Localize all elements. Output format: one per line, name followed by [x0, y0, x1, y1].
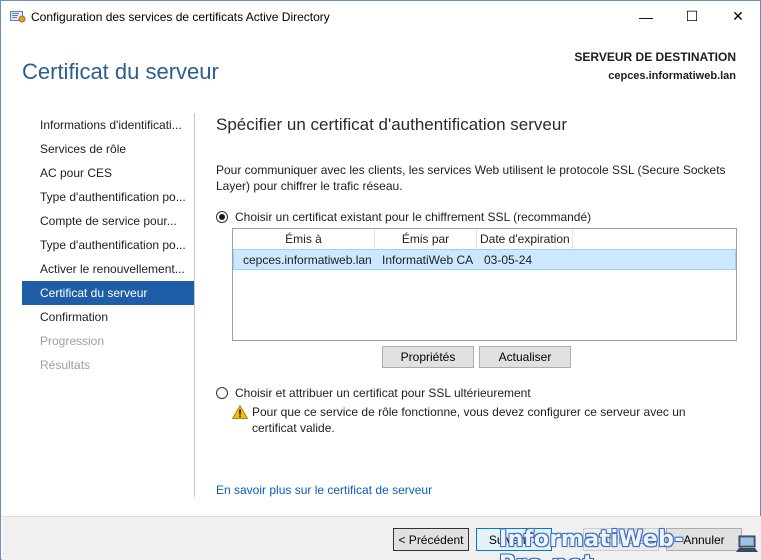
cell-issued-to: cepces.informatiweb.lan [243, 252, 372, 267]
radio-assign-later[interactable] [216, 387, 228, 399]
column-issued-to[interactable]: Émis à [233, 229, 375, 249]
nav-item-authentication-type-1[interactable]: Type d'authentification po... [22, 185, 194, 209]
cell-issued-by: InformatiWeb CA [382, 252, 474, 267]
destination-server-name: cepces.informatiweb.lan [608, 70, 736, 82]
wizard-window: Configuration des services de certificat… [0, 0, 761, 560]
certificate-list[interactable]: Émis à Émis par Date d'expiration cepces… [232, 228, 737, 341]
certificate-services-icon [10, 11, 26, 23]
title-bar[interactable]: Configuration des services de certificat… [1, 1, 760, 32]
nav-item-service-account[interactable]: Compte de service pour... [22, 209, 194, 233]
nav-item-enable-renewal[interactable]: Activer le renouvellement... [22, 257, 194, 281]
window-title: Configuration des services de certificat… [31, 10, 330, 24]
nav-item-progress: Progression [40, 334, 105, 348]
warning-text: Pour que ce service de rôle fonctionne, … [252, 405, 686, 435]
nav-item-server-certificate[interactable]: Certificat du serveur [22, 281, 194, 305]
cell-expiration-date: 03-05-24 [484, 252, 533, 267]
page-title: Certificat du serveur [22, 59, 219, 84]
option-assign-later[interactable]: Choisir et attribuer un certificat pour … [216, 386, 531, 400]
warning-message: Pour que ce service de rôle fonctionne, … [232, 404, 732, 436]
nav-item-authentication-type-2[interactable]: Type d'authentification po... [22, 233, 194, 257]
wizard-navigation: Informations d'identificati... Services … [22, 113, 194, 377]
table-row[interactable]: cepces.informatiweb.lan InformatiWeb CA … [233, 249, 736, 270]
destination-server-label: SERVEUR DE DESTINATION [574, 50, 736, 64]
laptop-icon [736, 535, 758, 552]
nav-divider [194, 113, 195, 497]
section-title: Spécifier un certificat d'authentificati… [216, 115, 567, 134]
refresh-button[interactable]: Actualiser [479, 346, 571, 368]
maximize-button[interactable]: ☐ [669, 1, 715, 32]
radio-existing-certificate[interactable] [216, 211, 228, 223]
option-existing-certificate[interactable]: Choisir un certificat existant pour le c… [216, 210, 591, 224]
nav-item-results: Résultats [40, 358, 91, 372]
nav-item-role-services[interactable]: Services de rôle [22, 137, 194, 161]
section-description: Pour communiquer avec les clients, les s… [216, 163, 726, 193]
nav-item-credentials[interactable]: Informations d'identificati... [22, 113, 194, 137]
previous-button[interactable]: < Précédent [393, 528, 469, 551]
learn-more-link[interactable]: En savoir plus sur le certificat de serv… [216, 483, 432, 497]
nav-item-ca-for-ces[interactable]: AC pour CES [22, 161, 194, 185]
watermark: InformatiWeb-Pro.net [499, 527, 684, 560]
properties-button[interactable]: Propriétés [382, 346, 474, 368]
minimize-button[interactable]: — [623, 1, 669, 32]
certificate-list-header: Émis à Émis par Date d'expiration [233, 229, 736, 249]
column-expiration-date[interactable]: Date d'expiration [477, 229, 573, 249]
option-existing-certificate-label: Choisir un certificat existant pour le c… [235, 210, 592, 224]
warning-icon [232, 405, 248, 419]
column-issued-by[interactable]: Émis par [375, 229, 477, 249]
nav-item-confirmation[interactable]: Confirmation [22, 305, 194, 329]
close-button[interactable]: ✕ [715, 1, 761, 32]
option-assign-later-label: Choisir et attribuer un certificat pour … [235, 386, 531, 400]
